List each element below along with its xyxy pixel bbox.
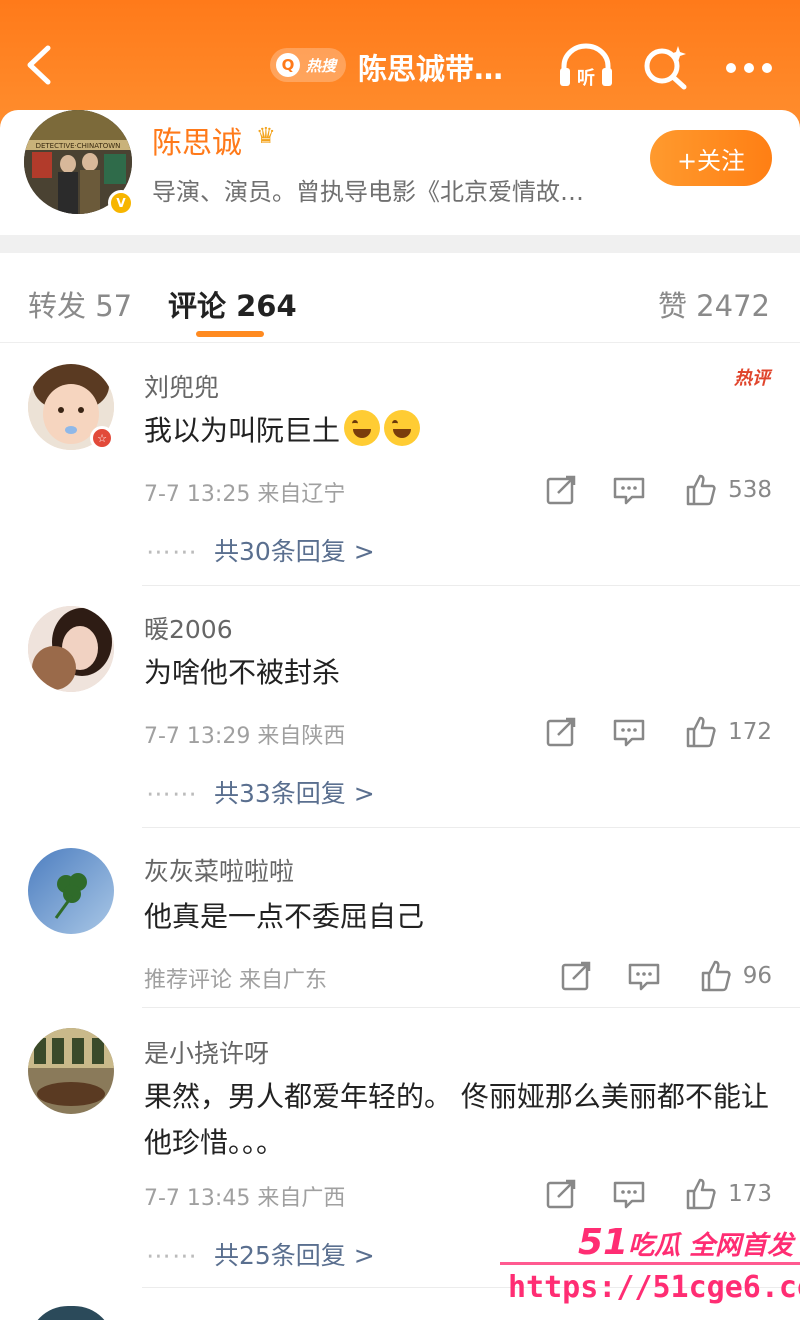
comment-actions: 173 — [544, 1174, 772, 1214]
search-button[interactable] — [640, 42, 690, 92]
page-title: 陈思诚带… — [358, 52, 504, 86]
section-gap — [0, 235, 800, 253]
comment-meta: 7-7 13:25 来自辽宁 — [144, 482, 346, 507]
like-count: 173 — [728, 1181, 772, 1207]
like-count: 172 — [728, 719, 772, 745]
replies-count-label: 共33条回复 > — [214, 779, 375, 808]
reply-icon[interactable] — [627, 959, 661, 993]
reply-icon[interactable] — [612, 473, 646, 507]
tab-comment[interactable]: 评论 264 — [168, 283, 297, 325]
comment-actions: 172 — [544, 712, 772, 752]
comment-actions: 96 — [559, 956, 772, 996]
tab-like[interactable]: 赞 2472 — [658, 283, 770, 325]
thumbs-up-icon — [686, 716, 716, 748]
thumbs-up-icon — [701, 960, 731, 992]
comment-meta: 7-7 13:45 来自广西 — [144, 1186, 346, 1211]
reply-dots: ⋯⋯ — [146, 537, 198, 566]
headphones-icon: 听 — [560, 43, 612, 89]
hot-search-label: 热搜 — [306, 56, 337, 75]
comment-item: 暖2006 为啥他不被封杀 7-7 13:29 来自陕西 172 ⋯⋯ 共33条回… — [0, 586, 800, 828]
svg-text:DETECTIVE·CHINATOWN: DETECTIVE·CHINATOWN — [36, 142, 121, 150]
watermark-brand-num: 51 — [578, 1222, 629, 1263]
comment-username[interactable]: 暖2006 — [144, 610, 233, 646]
reply-icon[interactable] — [612, 1177, 646, 1211]
laugh-cry-emoji-icon — [344, 410, 381, 446]
share-icon[interactable] — [544, 1177, 578, 1211]
listen-button[interactable]: 听 — [556, 40, 616, 90]
crown-icon: ♛ — [256, 124, 276, 149]
like-button[interactable]: 173 — [684, 1177, 772, 1211]
hot-search-badge[interactable]: Q 热搜 — [270, 48, 346, 82]
laugh-cry-emoji-icon — [384, 410, 421, 446]
like-button[interactable]: 172 — [684, 715, 772, 749]
comment-meta: 7-7 13:29 来自陕西 — [144, 724, 346, 749]
comment-item: 灰灰菜啦啦啦 他真是一点不委屈自己 推荐评论 来自广东 96 — [0, 828, 800, 1008]
share-icon[interactable] — [544, 715, 578, 749]
active-tab-indicator — [196, 331, 264, 337]
back-button[interactable] — [18, 40, 62, 90]
hot-comment-tag: 热评 — [734, 368, 770, 389]
like-button[interactable]: 538 — [684, 473, 772, 507]
view-replies-link[interactable]: ⋯⋯ 共33条回复 > — [146, 774, 375, 810]
watermark-brand-text: 吃瓜 全网首发 — [628, 1231, 794, 1261]
user-avatar[interactable] — [28, 1028, 114, 1114]
comment-text: 我以为叫阮巨土 — [144, 408, 774, 454]
comment-body: 我以为叫阮巨土 — [144, 414, 341, 447]
like-count: 96 — [742, 963, 772, 989]
reply-dots: ⋯⋯ — [146, 779, 198, 808]
search-q-icon: Q — [276, 53, 300, 77]
thumbs-up-icon — [686, 1178, 716, 1210]
author-bio: 导演、演员。曾执导电影《北京爱情故… — [152, 178, 584, 206]
more-dots-icon — [726, 63, 772, 73]
comment-text: 他真是一点不委屈自己 — [144, 900, 425, 933]
member-badge-icon: ☆ — [90, 426, 114, 450]
share-icon[interactable] — [559, 959, 593, 993]
tab-repost[interactable]: 转发 57 — [28, 283, 132, 325]
view-replies-link[interactable]: ⋯⋯ 共25条回复 > — [146, 1236, 375, 1272]
comment-meta: 推荐评论 来自广东 — [144, 968, 327, 993]
watermark-url: https://51cge6.com — [508, 1270, 800, 1305]
verified-badge-icon: V — [108, 190, 134, 216]
comment-text: 为啥他不被封杀 — [144, 656, 341, 689]
author-name[interactable]: 陈思诚 — [152, 118, 242, 162]
nav-row: Q 热搜 陈思诚带… 听 — [0, 30, 800, 100]
like-count: 538 — [728, 477, 772, 503]
like-button[interactable]: 96 — [699, 959, 772, 993]
next-comment-avatar-partial — [28, 1306, 114, 1320]
thumbs-up-icon — [686, 474, 716, 506]
view-replies-link[interactable]: ⋯⋯ 共30条回复 > — [146, 532, 375, 568]
more-button[interactable] — [722, 42, 776, 92]
comment-username[interactable]: 灰灰菜啦啦啦 — [144, 852, 294, 888]
watermark-brand: 51吃瓜 全网首发 — [578, 1222, 793, 1263]
reply-dots: ⋯⋯ — [146, 1241, 198, 1270]
comment-actions: 538 — [544, 470, 772, 510]
comment-item: ☆ 热评 刘兜兜 我以为叫阮巨土 7-7 13:25 来自辽宁 538 ⋯⋯ 共3… — [0, 344, 800, 586]
watermark-divider — [500, 1262, 800, 1265]
search-sparkle-icon — [644, 46, 687, 90]
user-avatar[interactable] — [28, 606, 114, 692]
user-avatar[interactable] — [28, 848, 114, 934]
replies-count-label: 共25条回复 > — [214, 1241, 375, 1270]
chevron-left-icon — [27, 45, 51, 85]
tab-bar: 转发 57 评论 264 赞 2472 — [0, 253, 800, 343]
listen-label: 听 — [577, 67, 595, 89]
replies-count-label: 共30条回复 > — [214, 537, 375, 566]
reply-icon[interactable] — [612, 715, 646, 749]
comment-username[interactable]: 是小挠许呀 — [144, 1034, 269, 1070]
comment-text: 果然，男人都爱年轻的。 佟丽娅那么美丽都不能让他珍惜。。。 — [144, 1080, 769, 1159]
follow-button[interactable]: +关注 — [650, 130, 772, 186]
author-card: DETECTIVE·CHINATOWN V 陈思诚 ♛ 导演、演员。曾执导电影《… — [0, 110, 800, 235]
comment-username[interactable]: 刘兜兜 — [144, 368, 219, 404]
share-icon[interactable] — [544, 473, 578, 507]
